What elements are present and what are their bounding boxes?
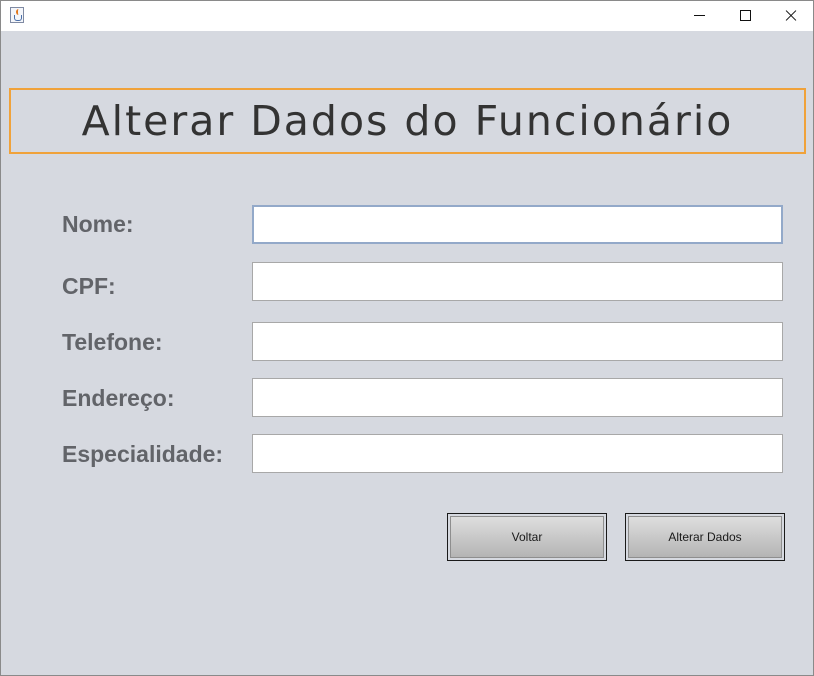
endereco-input[interactable]: [252, 378, 783, 417]
maximize-button[interactable]: [723, 1, 769, 31]
update-data-button-label: Alterar Dados: [668, 530, 742, 544]
especialidade-label: Especialidade:: [62, 441, 224, 467]
java-cup-icon: [10, 7, 24, 23]
nome-label: Nome:: [62, 211, 134, 237]
telefone-input[interactable]: [252, 322, 783, 361]
update-data-button[interactable]: Alterar Dados: [625, 513, 785, 561]
cpf-label: CPF:: [62, 273, 116, 299]
app-window: Alterar Dados do Funcionário Nome: CPF: …: [0, 0, 814, 676]
minimize-icon: [694, 15, 705, 16]
especialidade-input[interactable]: [252, 434, 783, 473]
endereco-label: Endereço:: [62, 385, 175, 411]
cpf-input[interactable]: [252, 262, 783, 301]
maximize-icon: [740, 10, 751, 21]
back-button[interactable]: Voltar: [447, 513, 607, 561]
minimize-button[interactable]: [677, 1, 723, 31]
back-button-label: Voltar: [511, 530, 543, 544]
header-panel: Alterar Dados do Funcionário: [9, 88, 806, 154]
telefone-label: Telefone:: [62, 329, 163, 355]
nome-input[interactable]: [252, 205, 783, 244]
close-button[interactable]: [768, 1, 814, 31]
page-title: Alterar Dados do Funcionário: [81, 96, 734, 145]
title-bar[interactable]: [1, 1, 813, 31]
